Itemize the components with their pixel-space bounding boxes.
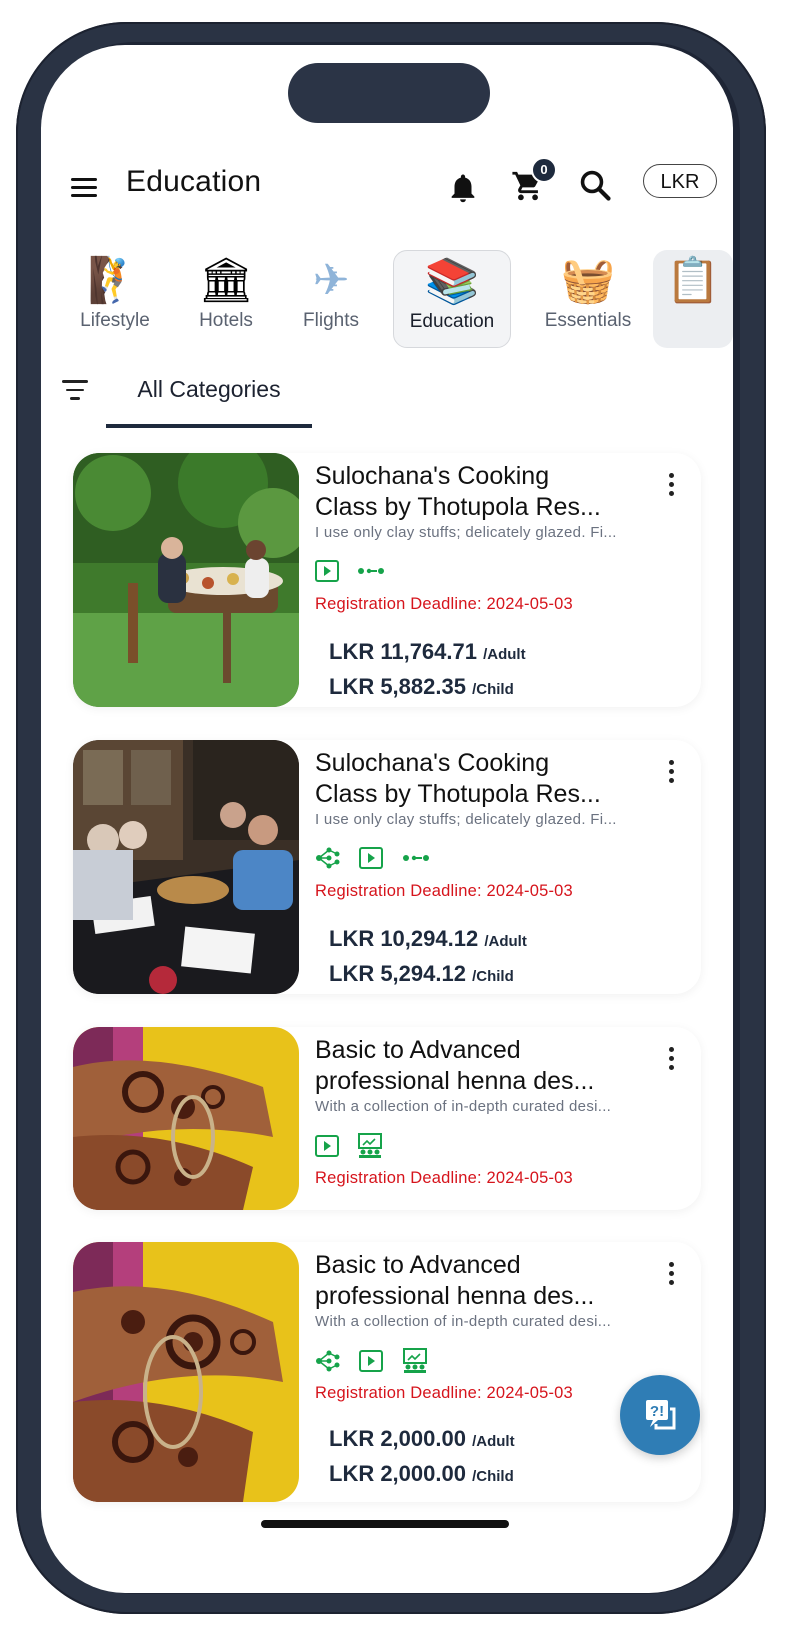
category-more[interactable]: 📋 <box>653 250 733 348</box>
app-header: Education 0 LKR <box>41 155 733 225</box>
books-icon: 📚 <box>424 257 480 306</box>
network-icon <box>316 847 340 869</box>
listing-card[interactable]: Basic to Advanced professional henna des.… <box>73 1242 701 1502</box>
price-child: LKR 2,000.00 /Child <box>329 1461 514 1486</box>
svg-text:?!: ?! <box>650 1403 664 1420</box>
home-indicator[interactable] <box>261 1520 509 1528</box>
video-icon <box>359 847 384 869</box>
video-icon <box>315 1135 339 1157</box>
lifestyle-icon: 🧗 <box>87 256 143 305</box>
listing-card[interactable]: Sulochana's Cooking Class by Thotupola Re… <box>73 740 701 994</box>
category-education[interactable]: 📚 Education <box>393 250 511 348</box>
more-options-icon[interactable] <box>661 760 681 790</box>
classroom-icon <box>358 1133 383 1158</box>
category-flights[interactable]: ✈ Flights <box>291 250 371 348</box>
registration-deadline: Registration Deadline: 2024-05-03 <box>315 1384 573 1402</box>
price-adult: LKR 11,764.71 /Adult <box>329 639 526 664</box>
hotel-icon: 🏛 <box>198 256 254 305</box>
tab-all-categories[interactable]: All Categories <box>106 360 312 428</box>
listing-image <box>73 453 299 707</box>
dots-line-icon <box>358 568 385 574</box>
price-child: LKR 5,882.35 /Child <box>329 674 514 699</box>
category-label: Education <box>409 311 495 332</box>
price-adult: LKR 2,000.00 /Adult <box>329 1426 515 1451</box>
question-chat-icon: ?! <box>646 1400 676 1430</box>
page-title: Education <box>126 165 262 198</box>
currency-selector[interactable]: LKR <box>643 164 717 198</box>
airplane-icon: ✈ <box>312 256 350 305</box>
filter-icon[interactable] <box>61 380 89 402</box>
video-icon <box>359 1350 384 1372</box>
network-icon <box>316 1350 340 1372</box>
listing-description: With a collection of in-depth curated de… <box>315 1313 612 1330</box>
category-label: Flights <box>303 310 359 331</box>
listing-description: I use only clay stuffs; delicately glaze… <box>315 811 617 828</box>
dots-line-icon <box>402 855 429 861</box>
category-label: Lifestyle <box>80 310 150 331</box>
feature-icons <box>315 846 444 872</box>
feature-icons <box>315 1348 442 1374</box>
category-label: Essentials <box>544 310 632 331</box>
more-options-icon[interactable] <box>661 473 681 503</box>
registration-deadline: Registration Deadline: 2024-05-03 <box>315 1169 573 1187</box>
price-adult: LKR 10,294.12 /Adult <box>329 926 527 951</box>
listing-card[interactable]: Sulochana's Cooking Class by Thotupola Re… <box>73 453 701 707</box>
listing-image <box>73 1027 299 1210</box>
feature-icons <box>315 559 399 585</box>
video-icon <box>315 560 339 582</box>
classroom-icon <box>402 1348 427 1373</box>
basket-icon: 🧺 <box>560 256 616 305</box>
filter-row: All Categories <box>41 360 733 430</box>
hamburger-menu-icon[interactable] <box>71 173 101 201</box>
listing-description: With a collection of in-depth curated de… <box>315 1098 612 1115</box>
listing-description: I use only clay stuffs; delicately glaze… <box>315 524 617 541</box>
listing-title: Basic to Advanced professional henna des.… <box>315 1036 595 1095</box>
listing-image <box>73 740 299 994</box>
listing-title: Sulochana's Cooking Class by Thotupola Re… <box>315 749 601 808</box>
listing-image <box>73 1242 299 1502</box>
listing-title: Sulochana's Cooking Class by Thotupola Re… <box>315 462 601 521</box>
app-screen: Education 0 LKR 🧗 Lifestyle 🏛 Hotels ✈ F… <box>41 45 733 1593</box>
category-lifestyle[interactable]: 🧗 Lifestyle <box>67 250 163 348</box>
category-strip: 🧗 Lifestyle 🏛 Hotels ✈ Flights 📚 Educati… <box>41 250 733 350</box>
feature-icons <box>315 1133 397 1159</box>
bell-icon[interactable] <box>446 171 480 205</box>
cart-count-badge: 0 <box>531 157 557 183</box>
dynamic-island <box>288 63 490 123</box>
registration-deadline: Registration Deadline: 2024-05-03 <box>315 882 573 900</box>
cart-button[interactable]: 0 <box>511 157 557 205</box>
chat-support-button[interactable]: ?! <box>620 1375 700 1455</box>
listing-card[interactable]: Basic to Advanced professional henna des.… <box>73 1027 701 1210</box>
more-options-icon[interactable] <box>661 1262 681 1292</box>
price-child: LKR 5,294.12 /Child <box>329 961 514 986</box>
registration-deadline: Registration Deadline: 2024-05-03 <box>315 595 573 613</box>
category-label: Hotels <box>199 310 253 331</box>
clipboard-icon: 📋 <box>665 256 721 305</box>
category-hotels[interactable]: 🏛 Hotels <box>186 250 266 348</box>
more-options-icon[interactable] <box>661 1047 681 1077</box>
listing-title: Basic to Advanced professional henna des.… <box>315 1251 595 1310</box>
search-icon[interactable] <box>577 167 613 203</box>
category-essentials[interactable]: 🧺 Essentials <box>536 250 640 348</box>
